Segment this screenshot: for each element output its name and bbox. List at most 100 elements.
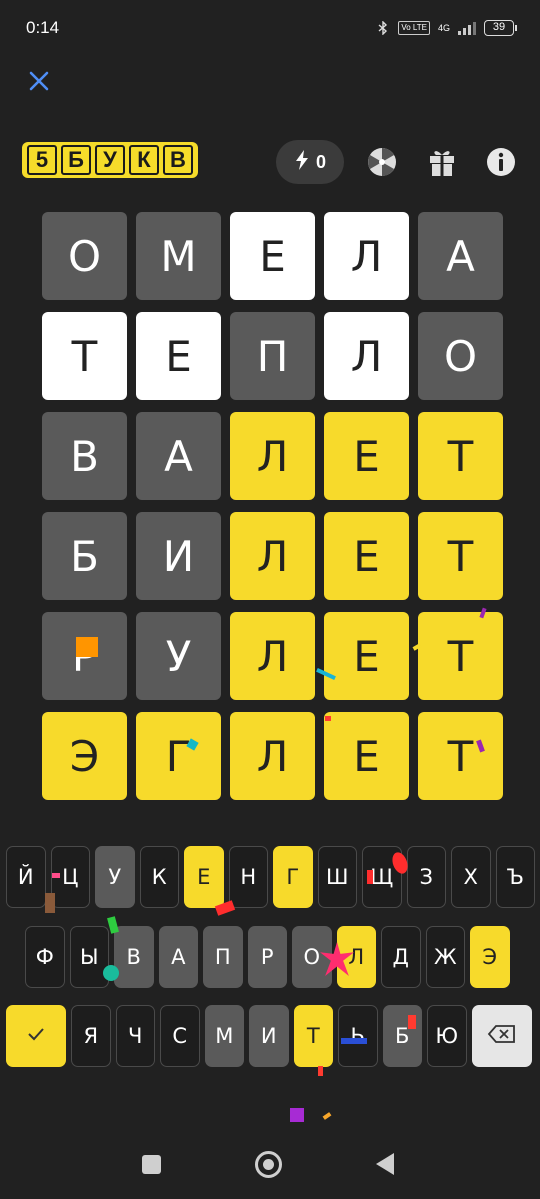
energy-count: 0 <box>315 151 326 172</box>
confetti-piece <box>318 1066 323 1076</box>
keyboard-row-1: ЙЦУКЕНГШЩЗХЪ <box>6 846 535 908</box>
key-Й[interactable]: Й <box>6 846 46 908</box>
status-time: 0:14 <box>26 18 60 37</box>
key-Ш[interactable]: Ш <box>317 846 357 908</box>
letter-tile: Г <box>136 712 221 800</box>
game-board: ОМЕЛАТЕПЛОВАЛЕТБИЛЕТРУЛЕТЭГЛЕТ <box>42 212 503 812</box>
key-С[interactable]: С <box>160 1005 200 1067</box>
recents-icon[interactable] <box>142 1155 161 1174</box>
letter-tile: О <box>418 312 503 400</box>
board-row: РУЛЕТ <box>42 612 503 700</box>
key-Р[interactable]: Р <box>247 926 287 988</box>
confetti-piece <box>367 870 373 884</box>
confetti-piece <box>52 873 60 878</box>
battery-indicator: 39 <box>484 20 517 36</box>
letter-tile: Л <box>230 712 315 800</box>
logo-letter: Б <box>61 145 91 175</box>
info-icon[interactable] <box>481 142 521 182</box>
key-Х[interactable]: Х <box>451 846 491 908</box>
board-row: ВАЛЕТ <box>42 412 503 500</box>
letter-tile: Т <box>418 612 503 700</box>
letter-tile: И <box>136 512 221 600</box>
key-Б[interactable]: Б <box>382 1005 422 1067</box>
key-М[interactable]: М <box>204 1005 244 1067</box>
letter-tile: Е <box>324 512 409 600</box>
key-К[interactable]: К <box>139 846 179 908</box>
board-row: ЭГЛЕТ <box>42 712 503 800</box>
key-В[interactable]: В <box>114 926 154 988</box>
confetti-piece <box>322 1112 332 1120</box>
gift-icon[interactable] <box>422 142 462 182</box>
confetti-piece <box>341 1038 367 1044</box>
key-У[interactable]: У <box>95 846 135 908</box>
letter-tile: П <box>230 312 315 400</box>
key-Е[interactable]: Е <box>184 846 224 908</box>
confetti-piece <box>290 1108 304 1122</box>
letter-tile: Е <box>324 412 409 500</box>
key-П[interactable]: П <box>203 926 243 988</box>
keyboard-row-3: ЯЧСМИТЬБЮ <box>6 1005 532 1067</box>
key-Я[interactable]: Я <box>71 1005 111 1067</box>
letter-tile: Т <box>42 312 127 400</box>
backspace-icon <box>487 1023 517 1050</box>
key-Ь[interactable]: Ь <box>338 1005 378 1067</box>
key-Ф[interactable]: Ф <box>25 926 65 988</box>
keyboard-row-2: ФЫВАПРОЛДЖЭ <box>25 926 510 988</box>
lightning-icon <box>294 149 310 175</box>
confetti-piece <box>45 893 55 913</box>
key-О[interactable]: О <box>292 926 332 988</box>
logo-letter: 5 <box>27 145 57 175</box>
letter-tile: Е <box>230 212 315 300</box>
logo-letter: В <box>163 145 193 175</box>
key-Д[interactable]: Д <box>381 926 421 988</box>
letter-tile: Л <box>230 612 315 700</box>
checkmark-icon <box>25 1023 47 1050</box>
logo-letter: У <box>95 145 125 175</box>
key-Ж[interactable]: Ж <box>425 926 465 988</box>
key-А[interactable]: А <box>158 926 198 988</box>
letter-tile: Е <box>324 712 409 800</box>
letter-tile: Т <box>418 412 503 500</box>
letter-tile: Л <box>324 212 409 300</box>
key-З[interactable]: З <box>406 846 446 908</box>
network-type: 4G <box>437 23 450 33</box>
energy-button[interactable]: 0 <box>276 140 344 184</box>
close-icon[interactable] <box>24 66 54 96</box>
board-row: ОМЕЛА <box>42 212 503 300</box>
key-Ю[interactable]: Ю <box>427 1005 467 1067</box>
confetti-piece <box>103 965 119 981</box>
key-Ч[interactable]: Ч <box>115 1005 155 1067</box>
confetti-piece <box>76 637 98 657</box>
key-Г[interactable]: Г <box>273 846 313 908</box>
letter-tile: Б <box>42 512 127 600</box>
letter-tile: А <box>418 212 503 300</box>
logo-letter: К <box>129 145 159 175</box>
letter-tile: Т <box>418 712 503 800</box>
back-icon[interactable] <box>376 1153 394 1175</box>
letter-tile: Л <box>324 312 409 400</box>
key-Т[interactable]: Т <box>293 1005 333 1067</box>
letter-tile: М <box>136 212 221 300</box>
system-nav-bar <box>0 1140 540 1190</box>
home-icon[interactable] <box>255 1151 282 1178</box>
key-Ъ[interactable]: Ъ <box>495 846 535 908</box>
letter-tile: У <box>136 612 221 700</box>
letter-tile: Т <box>418 512 503 600</box>
letter-tile: В <box>42 412 127 500</box>
letter-tile: Е <box>324 612 409 700</box>
game-logo: 5 Б У К В <box>22 142 198 178</box>
key-Э[interactable]: Э <box>470 926 510 988</box>
backspace-key[interactable] <box>471 1005 532 1067</box>
letter-tile: А <box>136 412 221 500</box>
volte-badge: Vo LTE <box>398 21 430 35</box>
enter-key[interactable] <box>6 1005 66 1067</box>
key-Ы[interactable]: Ы <box>69 926 109 988</box>
letter-tile: Л <box>230 512 315 600</box>
key-И[interactable]: И <box>249 1005 289 1067</box>
key-Н[interactable]: Н <box>228 846 268 908</box>
fortune-wheel-icon[interactable] <box>362 142 402 182</box>
status-icons: Vo LTE 4G 39 <box>376 20 517 36</box>
letter-tile: О <box>42 212 127 300</box>
bluetooth-icon <box>376 20 390 36</box>
status-bar: 0:14 Vo LTE 4G 39 <box>0 0 540 56</box>
